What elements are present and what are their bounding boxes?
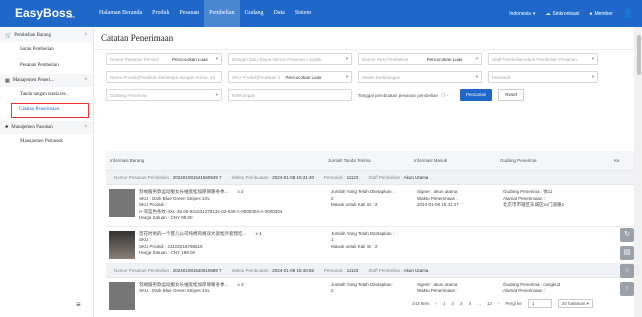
sidebar-group-receiving[interactable]: ▦ Manajemen Peneri... ^	[0, 74, 93, 87]
nav-purchasing[interactable]: Pembelian	[204, 0, 240, 27]
member-icon: ●	[589, 10, 593, 17]
nav-home[interactable]: Halaman Beranda	[94, 0, 147, 27]
page-ellipsis[interactable]: ...	[477, 301, 481, 306]
chevron-down-icon: ▾	[215, 92, 218, 97]
chevron-down-icon: ▾	[475, 74, 478, 79]
tracking-number-field[interactable]: Nomor Resi Pembelian Pencocokan Luas ▾	[358, 53, 482, 65]
chevron-down-icon: ▾	[586, 300, 589, 306]
po-number-field[interactable]: Nomor Pesanan Pembel Pencocokan Luas ▾	[106, 53, 222, 65]
page-13[interactable]: 13	[487, 301, 492, 306]
next-page-icon[interactable]: ›	[498, 301, 500, 306]
product-image	[109, 281, 135, 310]
page-1[interactable]: 1	[443, 301, 446, 306]
nav-warehouse[interactable]: Gudang	[240, 0, 269, 27]
chevron-down-icon: ▾	[475, 56, 478, 61]
product-sku-field[interactable]: SKU Produk(Pisahkan 1 Pencocokan Luas ▾	[228, 71, 352, 83]
main-content: Catatan Penerimaan Nomor Pesanan Pembel P…	[94, 27, 634, 317]
main-nav: Halaman Beranda Produk Pesanan Pembelian…	[94, 0, 316, 27]
order-group-header: Nomor Pesanan Pembelian : 20240108154156…	[106, 171, 634, 185]
chevron-down-icon: ▾	[345, 56, 348, 61]
prev-page-icon[interactable]: ‹	[436, 301, 438, 306]
table-row: 百花时尚的一个婴儿公司纯棉风格双大宽松外套我吃... x 1 SKU : SKU…	[106, 227, 634, 264]
sidebar-item-purchase-suggestion[interactable]: Saran Pembelian	[0, 42, 93, 58]
help-icon[interactable]: ○	[620, 264, 634, 278]
chat-icon[interactable]: ▤	[620, 246, 634, 260]
product-image	[109, 230, 135, 259]
page-size-select[interactable]: 20 halaman ▾	[557, 298, 593, 308]
nav-data[interactable]: Data	[269, 0, 290, 27]
product-image	[109, 189, 135, 217]
calendar-icon: ◷	[441, 92, 445, 97]
chevron-down-icon: ▾	[591, 56, 594, 61]
date-range-field[interactable]: Tanggal pembuatan pesanan pembelian ◷ -	[358, 89, 454, 101]
sync-button[interactable]: ☁ Sinkronisasi	[545, 11, 579, 17]
box-icon: ▦	[5, 78, 10, 84]
sidebar: 🛒 Pembelian Barang ^ Saran Pembelian Pesan…	[0, 27, 94, 317]
top-right-tools: Indonesia ▾ ☁ Sinkronisasi ● Member 👤	[509, 0, 634, 27]
logistics-filter-select[interactable]: Dengan atau Tanpa Nomor Pesanan Logistik…	[228, 53, 352, 65]
filter-panel: Nomor Pesanan Pembel Pencocokan Luas ▾ Den…	[106, 53, 634, 107]
table-row: 羽绒服男款运动服女长袖宽松加厚保暖冬季... x 3 SKU : Dark Bl…	[106, 185, 634, 227]
scrollbar-thumb[interactable]	[637, 35, 641, 75]
sidebar-item-supplier[interactable]: Manajemen Pemasok	[0, 134, 93, 150]
sidebar-item-receipt-records[interactable]: Catatan Penerimaan	[11, 103, 89, 118]
sidebar-group-purchasing[interactable]: 🛒 Pembelian Barang ^	[0, 29, 93, 42]
table-header: Informasi Barang Jumlah Tanda Terima Inf…	[106, 151, 634, 171]
page-4[interactable]: 4	[469, 301, 472, 306]
pagination: 243 Item ‹ 1 2 3 4 ... 13 › Pergi ke 1 2…	[412, 297, 593, 309]
product-name-input[interactable]: Nama Produk(Pisahkan Beberapa dengan Kom…	[106, 71, 222, 83]
goto-page-input[interactable]: 1	[527, 298, 552, 308]
back-to-top-icon[interactable]: ↑	[620, 282, 634, 296]
user-icon[interactable]: 👤	[623, 8, 634, 19]
warehouse-select[interactable]: Gudang Penerima ▾	[106, 89, 222, 101]
chevron-up-icon: ^	[84, 33, 87, 38]
right-tools: ↻ ▤ ○ ↑	[620, 228, 634, 300]
receipt-table: Informasi Barang Jumlah Tanda Terima Inf…	[106, 151, 634, 314]
member-button[interactable]: ● Member	[589, 11, 612, 17]
reset-button[interactable]: Reset	[498, 89, 525, 101]
sidebar-item-purchase-order[interactable]: Pesanan Pembelian	[0, 58, 93, 74]
staff-select[interactable]: Staff Pembelian/Akun Pembelian Pesanan ▾	[488, 53, 598, 65]
nav-orders[interactable]: Pesanan	[175, 0, 205, 27]
nav-system[interactable]: Sistem	[290, 0, 316, 27]
cloud-icon: ☁	[545, 10, 551, 17]
app-logo[interactable]: EasyBoss .com	[0, 0, 94, 27]
people-icon: ♣	[5, 125, 9, 130]
supplier-select[interactable]: Pemasok ▾	[488, 71, 598, 83]
arrival-time-select[interactable]: Waktu Kedatangan ▾	[358, 71, 482, 83]
top-navbar: EasyBoss .com Halaman Beranda Produk Pesa…	[0, 0, 642, 27]
chevron-down-icon: ▾	[345, 74, 348, 79]
scrollbar[interactable]	[636, 27, 642, 317]
sidebar-item-signature[interactable]: Tanda tangan tanda ter...	[0, 87, 93, 103]
chevron-down-icon: ▾	[591, 74, 594, 79]
language-select[interactable]: Indonesia ▾	[509, 11, 535, 17]
cart-icon: 🛒	[5, 33, 12, 39]
collapse-menu-icon[interactable]: ≡	[76, 300, 81, 309]
nav-products[interactable]: Produk	[147, 0, 174, 27]
chevron-down-icon: ▾	[532, 10, 536, 17]
remarks-input[interactable]: Keterangan	[228, 89, 352, 101]
search-button[interactable]: Pencarian	[460, 89, 493, 101]
chevron-up-icon: ^	[84, 78, 87, 83]
page-3[interactable]: 3	[460, 301, 463, 306]
sidebar-group-supply[interactable]: ♣ Manajemen Pasokan ^	[0, 121, 93, 134]
order-group-header: Nomor Pesanan Pembelian : 20240108154051…	[106, 263, 634, 278]
page-title: Catatan Penerimaan	[94, 27, 634, 50]
chevron-up-icon: ^	[84, 125, 87, 130]
page-2[interactable]: 2	[452, 301, 455, 306]
refresh-icon[interactable]: ↻	[620, 228, 634, 242]
chevron-down-icon: ▾	[215, 56, 218, 61]
